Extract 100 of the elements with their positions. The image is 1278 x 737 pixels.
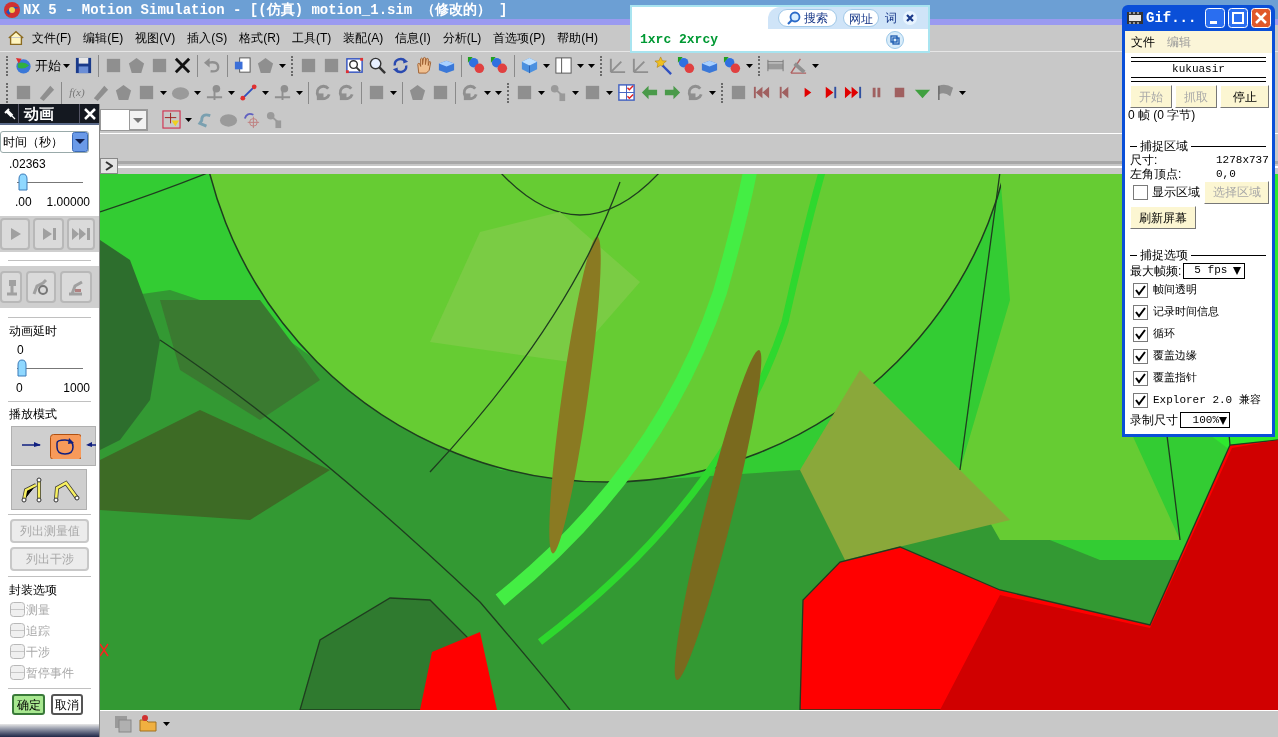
circles-icon[interactable] (467, 56, 486, 75)
caret-icon[interactable] (163, 722, 170, 726)
caret-icon[interactable] (296, 90, 303, 95)
slider-track[interactable] (17, 173, 83, 191)
checklist-icon[interactable] (617, 83, 636, 102)
start-button[interactable]: 开始 (12, 54, 72, 77)
menu-item[interactable]: 装配(A) (341, 32, 386, 44)
caret-icon[interactable] (606, 90, 613, 95)
window-frame-icon[interactable] (554, 56, 573, 75)
robot-arm-button[interactable] (26, 271, 56, 303)
dropdown-field[interactable] (100, 108, 148, 131)
menu-item[interactable]: 视图(V) (133, 32, 178, 44)
document-icon[interactable] (233, 56, 252, 75)
slider-track[interactable] (17, 359, 83, 377)
menu-item[interactable]: 信息(I) (393, 32, 433, 44)
skip-end-button[interactable] (67, 218, 95, 250)
pushpin-icon[interactable] (2, 107, 16, 120)
rotate-arrows-icon[interactable] (391, 56, 410, 75)
axes-icon[interactable] (631, 56, 650, 75)
caret-icon[interactable] (959, 90, 966, 95)
layers-icon[interactable] (113, 714, 133, 734)
popup-link[interactable]: 网址 (843, 9, 879, 27)
caret-icon[interactable] (543, 63, 550, 68)
square-icon[interactable] (729, 83, 748, 102)
ok-button[interactable]: 确定 (12, 694, 45, 715)
caret-icon[interactable] (538, 90, 545, 95)
slider-thumb[interactable] (18, 173, 29, 191)
zoom-fit-icon[interactable] (345, 56, 364, 75)
circular-arrow-icon[interactable] (314, 83, 333, 102)
loop-icon[interactable] (49, 433, 81, 459)
maximize-icon[interactable] (1228, 8, 1248, 28)
square-icon[interactable] (14, 83, 33, 102)
pentagon-icon[interactable] (127, 56, 146, 75)
caret-icon[interactable] (194, 90, 201, 95)
checkbox[interactable] (1133, 370, 1148, 386)
close-icon[interactable] (83, 107, 96, 120)
time-unit-dropdown[interactable]: 时间（秒） (0, 131, 89, 153)
step-end-button[interactable] (33, 218, 64, 250)
pentagon-icon[interactable] (114, 83, 133, 102)
menu-item[interactable]: 格式(R) (237, 32, 282, 44)
close-icon[interactable] (903, 11, 917, 25)
popup-link[interactable]: 词 (885, 9, 897, 27)
circles-icon[interactable] (677, 56, 696, 75)
menu-item[interactable]: 文件 (1131, 33, 1155, 51)
circles-icon[interactable] (490, 56, 509, 75)
undo-arrow-icon[interactable] (203, 56, 222, 75)
bent-linkage-icon[interactable] (20, 475, 44, 504)
caret-icon[interactable] (746, 63, 753, 68)
magnifier-icon[interactable] (368, 56, 387, 75)
house-icon[interactable] (7, 29, 25, 47)
caret-icon[interactable] (185, 117, 192, 122)
checkbox[interactable] (1133, 184, 1148, 200)
axes-icon[interactable] (608, 56, 627, 75)
caret-icon[interactable] (812, 63, 819, 68)
right-arrow-icon[interactable] (663, 83, 682, 102)
pin-icon[interactable] (265, 110, 284, 129)
caret-icon[interactable] (279, 63, 286, 68)
cancel-button[interactable]: 取消 (51, 694, 83, 715)
restore-icon[interactable] (886, 31, 904, 49)
frame-rate-dropdown[interactable]: 5 fps (1183, 262, 1246, 279)
wand-icon[interactable] (654, 56, 673, 75)
menu-item[interactable]: 分析(L) (440, 32, 484, 44)
menu-item[interactable]: 编辑(E) (81, 32, 126, 44)
folder-icon[interactable] (138, 714, 158, 734)
caret-icon[interactable] (709, 90, 716, 95)
menu-item[interactable]: 首选项(P) (491, 32, 548, 44)
circular-arrow-icon[interactable] (337, 83, 356, 102)
square-icon[interactable] (104, 56, 123, 75)
caret-icon[interactable] (572, 90, 579, 95)
hand-icon[interactable] (414, 56, 433, 75)
filter-icon[interactable] (162, 110, 181, 129)
menu-item[interactable]: 文件(F) (30, 32, 74, 44)
x-mark-icon[interactable] (173, 56, 192, 75)
crosshair-icon[interactable] (242, 110, 261, 129)
menu-item[interactable]: 插入(S) (185, 32, 230, 44)
checkbox[interactable] (1133, 392, 1148, 408)
caret-icon[interactable] (160, 90, 167, 95)
line-tool-icon[interactable] (239, 83, 258, 102)
left-arrow-icon[interactable] (640, 83, 659, 102)
search-button[interactable]: 搜索 (778, 9, 837, 27)
checkbox[interactable] (1133, 348, 1148, 364)
play-button[interactable] (0, 218, 30, 250)
minimize-icon[interactable] (1205, 8, 1225, 28)
menu-item[interactable]: 帮助(H) (555, 32, 600, 44)
expand-button[interactable] (100, 158, 118, 174)
menu-item[interactable]: 工具(T) (290, 32, 334, 44)
caret-icon[interactable] (390, 90, 397, 95)
slider-thumb[interactable] (17, 359, 27, 377)
caret-icon[interactable] (228, 90, 235, 95)
stand-button[interactable] (0, 271, 22, 303)
record-size-dropdown[interactable]: 100% (1180, 412, 1230, 428)
refresh-button[interactable]: 刷新屏幕 (1130, 206, 1196, 229)
caret-icon[interactable] (262, 90, 269, 95)
pentagon-icon[interactable] (408, 83, 427, 102)
crane-button[interactable] (60, 271, 92, 303)
checkbox[interactable] (1133, 304, 1148, 320)
square-icon[interactable] (299, 56, 318, 75)
square-icon[interactable] (431, 83, 450, 102)
checkbox[interactable] (1133, 282, 1148, 298)
pencil-icon[interactable] (37, 83, 56, 102)
